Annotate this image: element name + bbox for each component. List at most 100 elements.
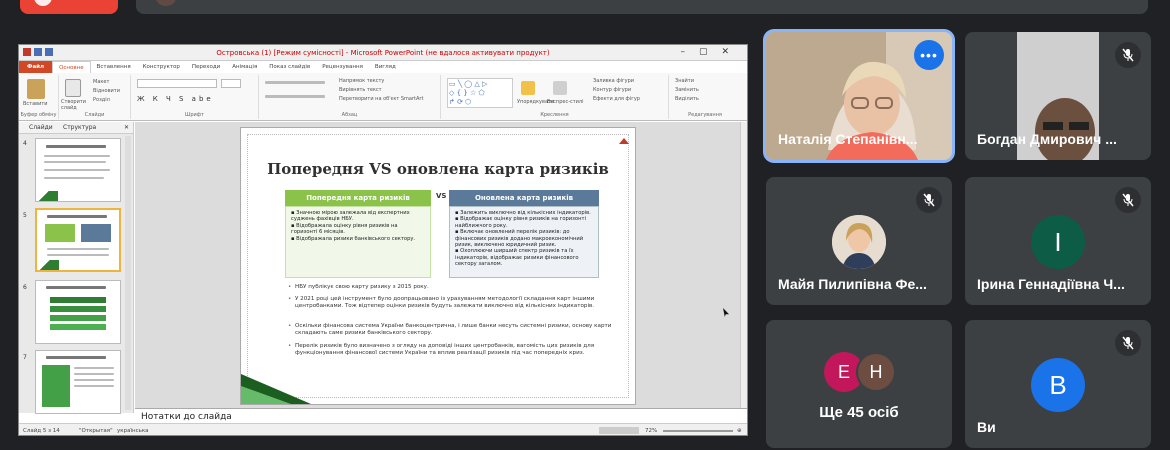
section-button[interactable]: Розділ xyxy=(93,97,110,103)
tab-design[interactable]: Конструктор xyxy=(137,61,186,73)
tab-home[interactable]: Основне xyxy=(52,60,91,74)
zoom-level: 72% xyxy=(645,428,658,434)
slide-counter: Слайд 5 з 14 xyxy=(23,428,60,434)
close-icon[interactable]: ✕ xyxy=(124,124,129,131)
slide-editing-area: Попередня VS оновлена карта ризиків Попе… xyxy=(135,122,747,408)
participant-name: Ви xyxy=(977,419,996,435)
list-item: Відображала ризики банківського сектору. xyxy=(291,236,425,242)
group-label: Шрифт xyxy=(185,112,204,118)
avatar: І xyxy=(1031,215,1085,269)
new-slide-icon[interactable] xyxy=(65,79,81,97)
group-label: Креслення xyxy=(540,112,569,118)
bullet-text: Оскільки фінансова система України банко… xyxy=(288,323,615,337)
current-slide[interactable]: Попередня VS оновлена карта ризиків Попе… xyxy=(240,127,636,405)
bullet-text: Перелік ризиків було визначено з огляду … xyxy=(288,343,615,357)
paste-icon[interactable] xyxy=(27,79,45,99)
shape-outline-button[interactable]: Контур фігури xyxy=(593,87,631,93)
tab-slides[interactable]: Слайди xyxy=(29,124,53,131)
paste-label: Вставити xyxy=(23,101,48,107)
list-item: Відображала оцінку рівня ризиків на гори… xyxy=(291,223,425,236)
tab-transitions[interactable]: Переходи xyxy=(186,61,226,73)
group-drawing: ▭ ╲ ◯ △ ▷ ◇ { } ☆ ⬠ ↱ ⟳ ⬡ Упорядкувати Екс… xyxy=(441,75,669,119)
window-title: Островська (1) [Режим сумісності] - Micr… xyxy=(216,49,550,57)
tab-review[interactable]: Рецензування xyxy=(316,61,369,73)
slide-thumbnail-6[interactable] xyxy=(35,280,121,344)
replace-button[interactable]: Замінить xyxy=(675,87,699,93)
participant-tile[interactable]: Майя Пилипівна Фе... xyxy=(766,177,952,305)
shapes-gallery[interactable]: ▭ ╲ ◯ △ ▷ ◇ { } ☆ ⬠ ↱ ⟳ ⬡ xyxy=(447,78,513,108)
slide-number: 5 xyxy=(23,212,27,219)
shared-screen-powerpoint: Островська (1) [Режим сумісності] - Micr… xyxy=(18,44,748,436)
status-bar: Слайд 5 з 14 "Открытая" українська 72% ⊕ xyxy=(19,423,747,435)
slide-thumbnail-7[interactable] xyxy=(35,350,121,414)
green-corner-decoration xyxy=(241,374,311,404)
smartart-button[interactable]: Перетворити на об'єкт SmartArt xyxy=(339,96,423,102)
new-slide-label: Створити слайд xyxy=(61,99,86,111)
list-item: Охоплюючи ширший спектр ризиків та їх ін… xyxy=(455,248,593,267)
layout-button[interactable]: Макет xyxy=(93,79,109,85)
shape-fill-button[interactable]: Заливка фігури xyxy=(593,78,634,84)
slides-panel: Слайди Структура ✕ 4 5 6 7 xyxy=(19,122,134,414)
slides-panel-scrollbar[interactable] xyxy=(125,136,131,410)
select-button[interactable]: Виділить xyxy=(675,96,699,102)
more-options-icon[interactable]: ••• xyxy=(914,40,944,70)
arrange-icon[interactable] xyxy=(521,81,535,95)
bullet-text: НБУ публікує свою карту ризику з 2015 ро… xyxy=(288,284,615,291)
tab-slideshow[interactable]: Показ слайдів xyxy=(263,61,316,73)
align-buttons[interactable] xyxy=(265,95,325,98)
more-participants-label: Ще 45 осіб xyxy=(819,404,899,421)
ribbon-tabs: Файл Основне Вставлення Конструктор Пере… xyxy=(19,60,747,74)
group-label: Буфер обміну xyxy=(20,112,57,118)
participant-tile[interactable]: ••• Наталія Степанівн... xyxy=(766,32,952,160)
tab-file[interactable]: Файл xyxy=(19,61,53,73)
tab-view[interactable]: Вигляд xyxy=(369,61,402,73)
window-controls[interactable]: –▢✕ xyxy=(680,47,743,57)
font-format-buttons[interactable]: Ж К Ч S abe xyxy=(137,95,214,103)
tab-outline[interactable]: Структура xyxy=(63,124,96,131)
mouse-cursor-icon xyxy=(723,308,729,317)
slide-number: 7 xyxy=(23,354,27,361)
tab-animations[interactable]: Анімація xyxy=(226,61,263,73)
shape-effects-button[interactable]: Ефекти для фігур xyxy=(593,96,640,102)
list-buttons[interactable] xyxy=(265,81,325,84)
text-direction-button[interactable]: Напрямок тексту xyxy=(339,78,384,84)
quick-styles-icon[interactable] xyxy=(553,81,567,95)
mic-off-icon xyxy=(1115,187,1141,213)
participant-tile[interactable]: І Ірина Геннадіївна Ч... xyxy=(965,177,1151,305)
zoom-slider[interactable] xyxy=(663,430,733,432)
notes-field[interactable]: Нотатки до слайда xyxy=(135,408,747,423)
fit-icon[interactable]: ⊕ xyxy=(737,428,742,434)
slide-number: 4 xyxy=(23,140,27,147)
list-item: Значною мірою залежала від експертних су… xyxy=(291,210,425,223)
font-name-select[interactable] xyxy=(137,79,217,88)
font-size-select[interactable] xyxy=(221,79,241,88)
ribbon: Вставити Буфер обміну Створити слайд Мак… xyxy=(19,73,747,121)
slide-thumbnail-5[interactable] xyxy=(35,208,121,272)
window-titlebar: Островська (1) [Режим сумісності] - Micr… xyxy=(19,45,747,61)
find-button[interactable]: Знайти xyxy=(675,78,694,84)
align-text-button[interactable]: Вирівнять текст xyxy=(339,87,382,93)
participant-tile[interactable]: Богдан Дмирович ... xyxy=(965,32,1151,160)
mic-off-icon xyxy=(916,187,942,213)
group-label: Редагування xyxy=(688,112,722,118)
view-buttons[interactable] xyxy=(599,427,639,434)
participant-name: Майя Пилипівна Фе... xyxy=(778,276,927,292)
group-label: Абзац xyxy=(341,112,358,118)
group-editing: Знайти Замінить Виділить Редагування xyxy=(669,75,741,119)
group-paragraph: Напрямок тексту Вирівнять текст Перетвор… xyxy=(259,75,441,119)
mic-off-icon xyxy=(1115,42,1141,68)
leave-call-button[interactable] xyxy=(20,0,118,14)
self-tile[interactable]: В Ви xyxy=(965,320,1151,448)
tab-insert[interactable]: Вставлення xyxy=(91,61,137,73)
participant-name: Наталія Степанівн... xyxy=(778,131,918,147)
group-slides: Створити слайд Макет Відновити Розділ Сл… xyxy=(59,75,131,119)
avatar: В xyxy=(1031,358,1085,412)
participant-name: Богдан Дмирович ... xyxy=(977,131,1117,147)
more-participants-tile[interactable]: Е Н Ще 45 осіб xyxy=(766,320,952,448)
group-font: Ж К Ч S abe Шрифт xyxy=(131,75,259,119)
slide-vertical-scrollbar[interactable] xyxy=(740,122,747,408)
reset-button[interactable]: Відновити xyxy=(93,88,120,94)
left-box-header: Попередня карта ризиків xyxy=(285,190,431,206)
slide-thumbnail-4[interactable] xyxy=(35,138,121,202)
participant-name: Ірина Геннадіївна Ч... xyxy=(977,276,1125,292)
